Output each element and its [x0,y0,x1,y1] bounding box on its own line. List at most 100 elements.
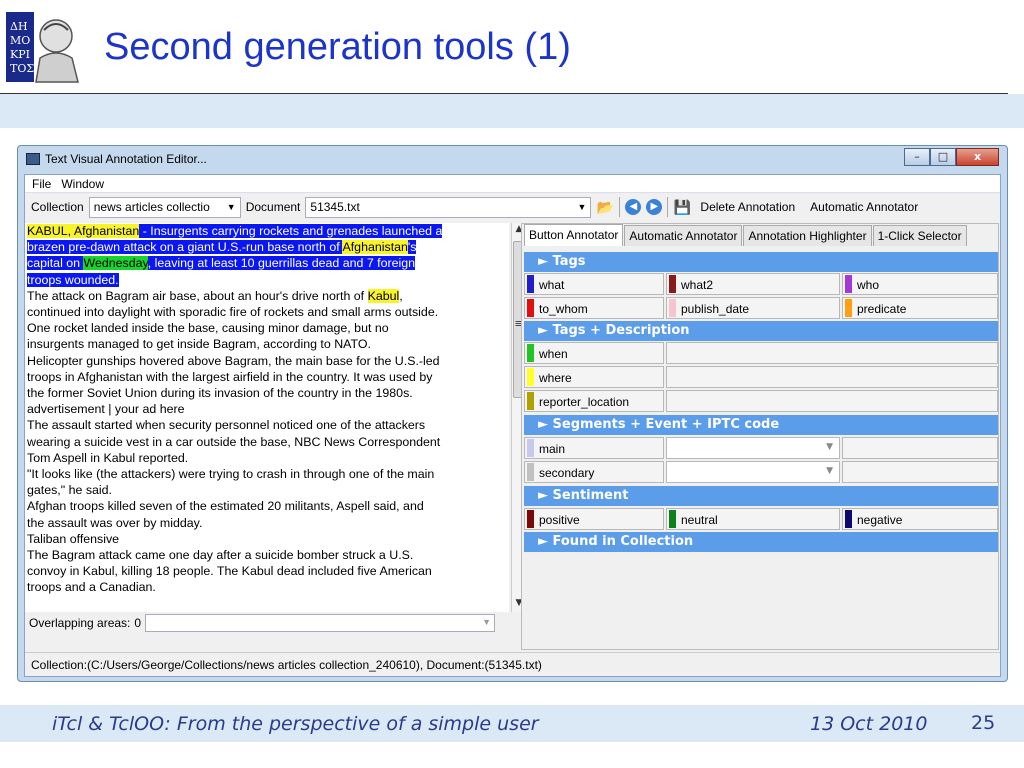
app-window: Text Visual Annotation Editor... – □ x F… [17,145,1008,682]
save-icon[interactable]: 💾 [673,198,691,216]
open-folder-icon[interactable]: 📂 [596,198,614,216]
section-found-in-collection[interactable]: ► Found in Collection [524,532,998,552]
iptc-field-main[interactable] [842,437,998,459]
text-line: troops and a Canadian. [27,579,507,595]
annotation-panel: Button Annotator Automatic Annotator Ann… [521,223,999,650]
menu-bar: File Window [25,175,1000,193]
text-run: Tom Aspell in Kabul reported. [27,450,189,465]
section-tags-description[interactable]: ► Tags + Description [524,321,998,341]
svg-text:ΤΟΣ: ΤΟΣ [10,62,34,75]
annotation-highlight[interactable]: Afghanistan [342,240,408,255]
forward-icon[interactable]: ▶ [646,199,663,215]
back-icon[interactable]: ◀ [625,199,642,215]
sentiment-label: positive [539,513,580,527]
segment-button-secondary[interactable]: secondary [524,461,664,483]
text-run: the former Soviet Union during its invas… [27,386,413,401]
text-line: Afghan troops killed seven of the estima… [27,498,507,514]
tab-button-annotator[interactable]: Button Annotator [524,224,624,246]
color-swatch [527,392,534,410]
window-titlebar[interactable]: Text Visual Annotation Editor... [26,152,207,166]
section-segments[interactable]: ► Segments + Event + IPTC code [524,415,998,435]
tag-button-when[interactable]: when [524,342,664,364]
automatic-annotator-button[interactable]: Automatic Annotator [810,200,918,214]
color-swatch [845,299,852,317]
sentiment-button-negative[interactable]: negative [842,508,998,530]
text-run: Afghan troops killed seven of the estima… [27,499,424,514]
tab-1-click-selector[interactable]: 1-Click Selector [872,225,967,246]
segment-button-main[interactable]: main [524,437,664,459]
annotation-highlight[interactable]: Kabul [367,288,400,303]
text-run: convoy in Kabul, killing 18 people. The … [27,564,432,579]
text-run: The Bagram attack came one day after a s… [27,548,414,563]
tag-label: where [539,371,572,385]
overlap-select[interactable]: ▼ [145,613,496,632]
tag-button-what2[interactable]: what2 [666,273,840,295]
tag-label: predicate [857,302,907,316]
document-select[interactable]: 51345.txt ▼ [305,196,592,218]
text-run: , [399,288,403,303]
text-line: "It looks like (the attackers) were tryi… [27,466,507,482]
annotation-highlight[interactable]: Wednesday [83,256,148,271]
document-value: 51345.txt [310,200,360,214]
menu-file[interactable]: File [32,177,51,192]
text-line: troops wounded. [27,272,507,288]
segment-label: main [539,442,566,456]
event-select-main[interactable]: ▼ [666,437,840,459]
description-field-when[interactable] [666,342,998,364]
tag-button-reporter-location[interactable]: reporter_location [524,390,664,412]
iptc-field-secondary[interactable] [842,461,998,483]
annotation-highlight[interactable]: troops wounded. [27,272,119,287]
menu-window[interactable]: Window [61,177,104,192]
sentiment-label: negative [857,513,903,527]
text-line: The Bagram attack came one day after a s… [27,547,507,563]
text-run: The assault started when security person… [27,418,426,433]
toolbar-separator [619,197,621,217]
tag-button-who[interactable]: who [842,273,998,295]
svg-text:ΜΟ: ΜΟ [10,34,30,47]
event-select-secondary[interactable]: ▼ [666,461,840,483]
tag-button-predicate[interactable]: predicate [842,297,998,319]
footer-date: 13 Oct 2010 [810,713,928,735]
annotation-highlight[interactable]: Insurgents carrying rockets and grenades… [150,224,443,238]
annotation-highlight[interactable]: , leaving at least 10 guerrillas dead an… [147,256,416,271]
overlap-label: Overlapping areas: [29,615,131,630]
tab-annotation-highlighter[interactable]: Annotation Highlighter [743,225,872,246]
annotation-highlight[interactable]: 's [407,240,417,255]
close-button[interactable]: x [956,148,999,166]
tag-button-where[interactable]: where [524,366,664,388]
maximize-button[interactable]: □ [930,148,956,166]
text-line: One rocket landed inside the base, causi… [27,320,507,336]
sentiment-button-neutral[interactable]: neutral [666,508,840,530]
status-text: Collection:(C:/Users/George/Collections/… [31,658,542,672]
description-field-reporter-location[interactable] [666,390,998,412]
text-run: "It looks like (the attackers) were tryi… [27,467,435,482]
logo-image: ΔΗ ΜΟ ΚΡΙ ΤΟΣ [6,12,79,83]
color-swatch [845,510,852,528]
annotation-highlight[interactable]: - [139,224,151,238]
annotation-highlight[interactable]: capital on [27,256,84,271]
header-band [0,94,1024,128]
description-field-where[interactable] [666,366,998,388]
collection-select[interactable]: news articles collectio ▼ [88,196,241,218]
text-line: capital on Wednesday, leaving at least 1… [27,255,507,271]
color-swatch [527,368,534,386]
svg-text:ΚΡΙ: ΚΡΙ [10,48,30,61]
tag-button-what[interactable]: what [524,273,664,295]
chevron-down-icon: ▼ [226,202,236,212]
collection-label: Collection [31,200,84,214]
tab-automatic-annotator[interactable]: Automatic Annotator [624,225,743,246]
document-text-area[interactable]: KABUL, Afghanistan - Insurgents carrying… [25,223,509,612]
sentiment-button-positive[interactable]: positive [524,508,664,530]
app-icon [26,153,40,165]
text-run: Helicopter gunships hovered above Bagram… [27,353,440,368]
tag-label: what [539,278,565,292]
tag-button-publish-date[interactable]: publish_date [666,297,840,319]
tag-button-to-whom[interactable]: to_whom [524,297,664,319]
section-sentiment[interactable]: ► Sentiment [524,486,998,506]
section-tags[interactable]: ► Tags [524,252,998,272]
tag-label: who [857,278,880,292]
annotation-highlight[interactable]: brazen pre-dawn attack on a giant U.S.-r… [27,240,343,255]
annotation-highlight[interactable]: KABUL, Afghanistan [27,224,140,238]
minimize-button[interactable]: – [904,148,930,166]
delete-annotation-button[interactable]: Delete Annotation [700,200,795,214]
